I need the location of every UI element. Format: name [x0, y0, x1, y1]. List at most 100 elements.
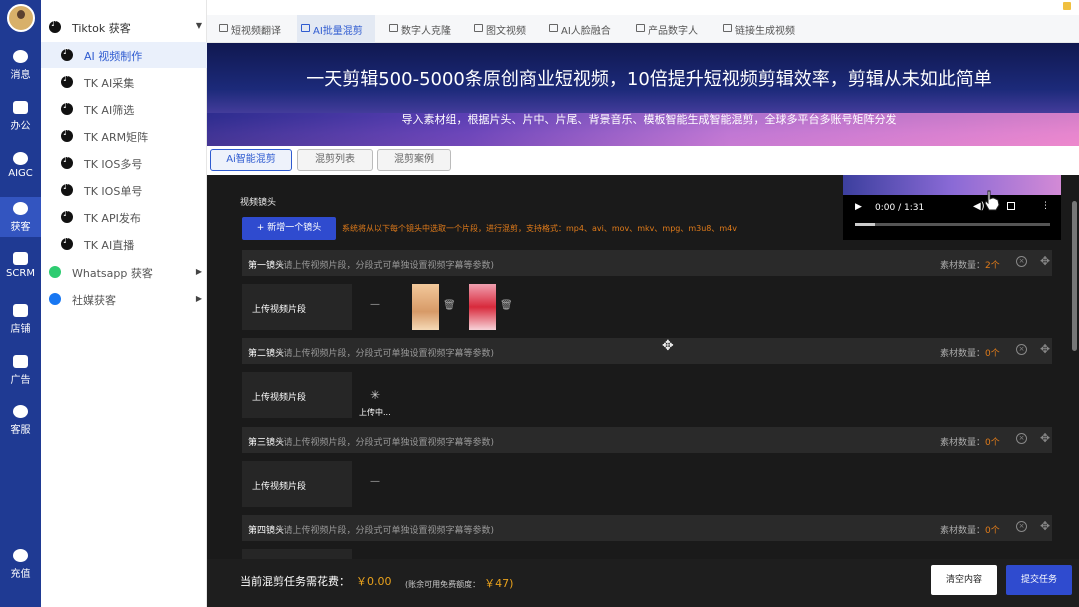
aigc-icon — [13, 152, 28, 165]
tab-video-translate[interactable]: 短视频翻译 — [215, 15, 293, 43]
video-progress[interactable] — [855, 223, 1050, 226]
sidebar-item-tk-ios-multi[interactable]: TK IOS多号 — [41, 150, 207, 176]
tab-label: AI人脸融合 — [561, 26, 611, 37]
chart-icon — [13, 252, 28, 265]
drag-handle-icon[interactable]: ✥ — [1040, 254, 1050, 268]
remove-shot-icon[interactable]: × — [1016, 256, 1027, 267]
sidebar-item-tk-filter[interactable]: TK AI筛选 — [41, 96, 207, 122]
sidebar-item-label: TK AI采集 — [84, 77, 135, 90]
sidebar-item-tk-live[interactable]: TK AI直播 — [41, 231, 207, 257]
tab-mix-cases[interactable]: 混剪案例 — [377, 149, 451, 171]
ads-icon — [13, 355, 28, 368]
yen-icon — [13, 549, 28, 562]
tab-mix-list[interactable]: 混剪列表 — [297, 149, 373, 171]
remove-shot-icon[interactable]: × — [1016, 521, 1027, 532]
chevron-down-icon: ▼ — [195, 21, 202, 30]
tab-ai-batch-mix[interactable]: AI批量混剪 — [297, 15, 375, 43]
tab-label: 数字人克隆 — [401, 26, 451, 37]
tab-label: 链接生成视频 — [735, 26, 795, 37]
shot-count: 素材数量：0个 — [940, 523, 1000, 536]
move-cursor-icon: ✥ — [662, 338, 674, 354]
tab-product-avatar[interactable]: 产品数字人 — [632, 15, 712, 43]
tab-label: 短视频翻译 — [231, 26, 281, 37]
banner-subline: 导入素材组，根据片头、片中、片尾、背景音乐、模板智能生成智能混剪，全球多平台多账… — [401, 113, 897, 126]
section-title: 视频镜头 — [240, 198, 277, 208]
balance-label: (账余可用免费额度： — [405, 580, 481, 589]
scrollbar[interactable] — [1072, 201, 1077, 351]
sidebar-item-label: TK IOS单号 — [84, 185, 143, 198]
add-shot-button[interactable]: + 新增一个镜头 — [242, 217, 336, 240]
clear-content-button[interactable]: 清空内容 — [931, 565, 997, 595]
sidebar-group-whatsapp[interactable]: Whatsapp 获客 ▶ — [41, 259, 207, 285]
tiktok-icon — [61, 236, 73, 250]
remove-shot-icon[interactable]: × — [1016, 433, 1027, 444]
loading-spinner-icon: ✳ — [370, 388, 381, 402]
rail-label: 获客 — [10, 222, 31, 233]
sidebar-item-label: TK IOS多号 — [84, 158, 143, 171]
trash-icon[interactable]: 🗑 — [443, 300, 456, 311]
clip-thumbnail[interactable] — [412, 284, 439, 330]
tab-label: 产品数字人 — [648, 26, 698, 37]
rail-item-service[interactable]: 客服 — [0, 405, 41, 436]
sidebar-item-label: TK AI筛选 — [84, 104, 135, 117]
drag-handle-icon[interactable]: ✥ — [1040, 431, 1050, 445]
upload-clip-button[interactable]: 上传视频片段 — [242, 372, 352, 418]
rail-label: 消息 — [10, 70, 31, 81]
sidebar-group-tiktok[interactable]: Tiktok 获客 ▼ — [41, 16, 207, 40]
sidebar-item-tk-arm[interactable]: TK ARM矩阵 — [41, 123, 207, 149]
drag-handle-icon[interactable]: ✥ — [1040, 342, 1050, 356]
video-preview[interactable]: ▶ 0:00 / 1:31 ◀) ⋮ — [843, 175, 1061, 240]
rail-item-recharge[interactable]: 充值 — [0, 549, 41, 580]
sidebar-item-tk-collect[interactable]: TK AI采集 — [41, 69, 207, 95]
shot-desc: (请上传视频片段，分段式可单独设置视频字幕等参数) — [280, 438, 495, 448]
tiktok-icon — [61, 101, 73, 115]
sidebar-group-label: 社媒获客 — [72, 294, 116, 307]
sidebar-group-social[interactable]: 社媒获客 ▶ — [41, 286, 207, 312]
tab-face-fusion[interactable]: AI人脸融合 — [545, 15, 625, 43]
avatar[interactable] — [7, 4, 35, 32]
tab-ai-smart-mix[interactable]: Ai智能混剪 — [210, 149, 292, 171]
rail-item-scrm[interactable]: SCRM — [0, 252, 41, 279]
play-icon[interactable]: ▶ — [855, 202, 862, 212]
count-label: 素材数量： — [940, 261, 986, 271]
sidebar-item-ai-video[interactable]: AI 视频制作 — [41, 42, 207, 68]
shot-count: 素材数量：2个 — [940, 258, 1000, 271]
rail-item-messages[interactable]: 消息 — [0, 50, 41, 81]
rail-item-office[interactable]: 办公 — [0, 101, 41, 132]
shot-header: 第四镜头 (请上传视频片段，分段式可单独设置视频字幕等参数) 素材数量：0个 ×… — [242, 515, 1052, 541]
sidebar-item-tk-api[interactable]: TK API发布 — [41, 204, 207, 230]
shot-count: 素材数量：0个 — [940, 435, 1000, 448]
fullscreen-icon[interactable] — [1007, 202, 1015, 210]
shot-count: 素材数量：0个 — [940, 346, 1000, 359]
tiktok-icon — [61, 74, 73, 88]
count-value: 0个 — [985, 349, 1000, 359]
drag-handle-icon[interactable]: ✥ — [1040, 519, 1050, 533]
upload-clip-button[interactable]: 上传视频片段 — [242, 284, 352, 330]
rail-item-acquire[interactable]: 获客 — [0, 197, 41, 237]
clip-separator: — — [370, 476, 380, 487]
shot-header: 第一镜头 (请上传视频片段，分段式可单独设置视频字幕等参数) 素材数量：2个 ×… — [242, 250, 1052, 276]
upload-clip-button[interactable]: 上传视频片段 — [242, 461, 352, 507]
facebook-icon — [49, 293, 61, 305]
rail-item-ads[interactable]: 广告 — [0, 355, 41, 386]
trash-icon[interactable]: 🗑 — [500, 300, 513, 311]
shot-name: 第四镜头 — [248, 526, 285, 536]
upload-clip-button[interactable] — [242, 549, 352, 559]
cost-label: 当前混剪任务需花费： — [240, 575, 350, 588]
rail-item-shop[interactable]: 店铺 — [0, 304, 41, 335]
rail-item-aigc[interactable]: AIGC — [0, 152, 41, 179]
more-icon[interactable]: ⋮ — [1041, 201, 1050, 211]
sidebar-item-tk-ios-single[interactable]: TK IOS单号 — [41, 177, 207, 203]
top-strip — [207, 0, 1079, 15]
tab-image-video[interactable]: 图文视频 — [470, 15, 540, 43]
sidebar-item-label: TK API发布 — [84, 212, 141, 225]
remove-shot-icon[interactable]: × — [1016, 344, 1027, 355]
tab-avatar-clone[interactable]: 数字人克隆 — [385, 15, 465, 43]
clip-thumbnail[interactable] — [469, 284, 496, 330]
mode-tabs: Ai智能混剪 混剪列表 混剪案例 — [207, 146, 1079, 175]
notification-icon[interactable] — [1063, 2, 1071, 10]
submit-task-button[interactable]: 提交任务 — [1006, 565, 1072, 595]
tab-link-to-video[interactable]: 链接生成视频 — [719, 15, 809, 43]
count-label: 素材数量： — [940, 349, 986, 359]
format-hint: 系统将从以下每个镜头中选取一个片段，进行混剪，支持格式：mp4、avi、mov、… — [342, 224, 738, 233]
